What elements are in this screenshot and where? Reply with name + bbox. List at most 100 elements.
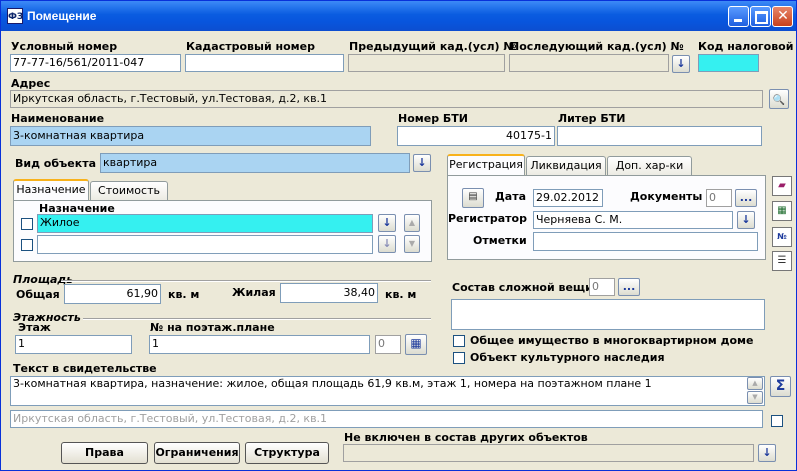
- name-label: Наименование: [11, 112, 105, 125]
- not-included-field[interactable]: [343, 444, 754, 462]
- registrar-label: Регистратор: [448, 212, 527, 225]
- maximize-button[interactable]: [750, 6, 771, 27]
- down-arrow-icon: ↓: [417, 156, 427, 169]
- plan-count-field[interactable]: 0: [375, 335, 401, 354]
- common-property-checkbox[interactable]: [453, 335, 465, 347]
- nom-icon[interactable]: №: [772, 227, 792, 247]
- purpose-row2-checkbox[interactable]: [21, 239, 33, 251]
- cadastral-label: Кадастровый номер: [186, 40, 315, 53]
- purpose-row1-field[interactable]: Жилое: [37, 214, 373, 233]
- close-button[interactable]: ✕: [772, 6, 793, 27]
- area-total-unit: кв. м: [168, 288, 200, 301]
- certificate-address-checkbox[interactable]: [771, 415, 783, 427]
- tab-liquidation[interactable]: Ликвидация: [526, 156, 606, 175]
- marks-label: Отметки: [473, 234, 527, 247]
- rights-button[interactable]: Права: [61, 442, 148, 464]
- window: ФЗ Помещение ✕ Условный номер 77-77-16/5…: [0, 0, 797, 471]
- scroll-down-icon: ▼: [752, 393, 758, 401]
- address-search-button[interactable]: 🔍: [769, 89, 789, 109]
- object-type-down-button[interactable]: ↓: [413, 154, 431, 172]
- certificate-address-field[interactable]: Иркутская область, г.Тестовый, ул.Тестов…: [10, 410, 763, 428]
- date-field[interactable]: 29.02.2012: [533, 189, 603, 207]
- purpose-scroll-down-button[interactable]: ▼: [404, 235, 420, 253]
- bti-letter-label: Литер БТИ: [558, 112, 626, 125]
- complex-browse-button[interactable]: ...: [618, 278, 640, 296]
- cond-num-label: Условный номер: [11, 40, 118, 53]
- purpose-row1-down-button[interactable]: ↓: [378, 214, 396, 232]
- certificate-text-field[interactable]: 3-комнатная квартира, назначение: жилое,…: [10, 376, 765, 406]
- plan-calendar-button[interactable]: ▦: [405, 334, 427, 355]
- building-icon[interactable]: ▦: [772, 201, 792, 221]
- last-cad-field[interactable]: [509, 54, 669, 72]
- sigma-button[interactable]: Σ: [770, 376, 791, 397]
- area-living-label: Жилая: [232, 286, 276, 299]
- tab-registration[interactable]: Регистрация: [447, 154, 525, 176]
- certificate-label: Текст в свидетельстве: [13, 362, 157, 375]
- tab-cost[interactable]: Стоимость: [90, 181, 168, 200]
- tab-purpose[interactable]: Назначение: [13, 179, 89, 201]
- close-icon: ✕: [777, 8, 789, 24]
- area-living-field[interactable]: 38,40: [280, 283, 378, 303]
- registrar-down-button[interactable]: ↓: [737, 211, 755, 229]
- print-button[interactable]: ▤: [462, 188, 484, 208]
- restrictions-button[interactable]: Ограничения: [154, 442, 240, 464]
- window-title: Помещение: [27, 9, 97, 23]
- certificate-scroll-up-button[interactable]: ▲: [747, 377, 763, 390]
- name-field[interactable]: 3-комнатная квартира: [10, 126, 371, 146]
- bti-letter-field[interactable]: [557, 126, 762, 146]
- object-type-field[interactable]: квартира: [100, 153, 410, 173]
- object-type-label: Вид объекта: [15, 157, 97, 170]
- binocular-icon: 🔍: [772, 95, 786, 106]
- down-arrow-icon: ↓: [741, 213, 751, 226]
- area-separator: [61, 280, 431, 282]
- book-icon[interactable]: ▰: [772, 176, 792, 196]
- docs-browse-button[interactable]: ...: [735, 189, 757, 207]
- minimize-button[interactable]: [728, 6, 749, 27]
- address-field[interactable]: Иркутская область, г.Тестовый, ул.Тестов…: [10, 90, 763, 108]
- prev-cad-label: Предыдущий кад.(усл) №: [349, 40, 517, 53]
- complex-label: Состав сложной вещи: [452, 281, 593, 294]
- certificate-scroll-down-button[interactable]: ▼: [747, 391, 763, 404]
- scroll-up-icon: ▲: [752, 379, 758, 387]
- bti-num-field[interactable]: 40175-1: [397, 126, 555, 146]
- bti-num-label: Номер БТИ: [398, 112, 469, 125]
- purpose-row2-field[interactable]: [37, 235, 373, 254]
- not-included-down-button[interactable]: ↓: [758, 444, 776, 462]
- maximize-icon: [755, 11, 768, 24]
- plan-label: № на поэтаж.плане: [150, 321, 275, 334]
- structure-button[interactable]: Структура: [245, 442, 329, 464]
- date-label: Дата: [495, 190, 527, 203]
- title-bar[interactable]: ФЗ Помещение ✕: [1, 1, 796, 31]
- area-total-label: Общая: [16, 288, 60, 301]
- last-cad-down-button[interactable]: ↓: [672, 55, 690, 73]
- marks-field[interactable]: [533, 232, 758, 251]
- floor-field[interactable]: 1: [15, 335, 132, 354]
- minimize-icon: [734, 19, 742, 22]
- area-total-field[interactable]: 61,90: [64, 284, 161, 304]
- printer-icon: ▤: [468, 191, 478, 202]
- list-icon[interactable]: ☰: [772, 251, 792, 271]
- purpose-row1-checkbox[interactable]: [21, 218, 33, 230]
- down-arrow-icon: ↓: [762, 446, 772, 459]
- cultural-heritage-checkbox[interactable]: [453, 352, 465, 364]
- registrar-field[interactable]: Черняева С. М.: [533, 211, 733, 229]
- tax-code-field[interactable]: [698, 54, 759, 72]
- down-arrow-icon: ↓: [382, 216, 392, 229]
- common-property-label: Общее имущество в многоквартирном доме: [470, 334, 754, 347]
- floor-label: Этаж: [18, 321, 51, 334]
- cultural-heritage-label: Объект культурного наследия: [470, 351, 665, 364]
- tab-extra[interactable]: Доп. хар-ки: [607, 156, 692, 175]
- complex-count-field[interactable]: 0: [589, 278, 615, 296]
- purpose-scroll-up-button[interactable]: ▲: [404, 214, 420, 232]
- last-cad-label: Последующий кад.(усл) №: [510, 40, 684, 53]
- purpose-row2-down-button[interactable]: ↓: [378, 235, 396, 253]
- cadastral-field[interactable]: [185, 54, 344, 72]
- address-label: Адрес: [11, 77, 51, 90]
- floors-separator: [83, 318, 431, 320]
- complex-field[interactable]: [451, 299, 765, 330]
- plan-field[interactable]: 1: [149, 335, 370, 354]
- cond-num-field[interactable]: 77-77-16/561/2011-047: [10, 54, 181, 72]
- scroll-down-icon: ▼: [408, 239, 416, 248]
- prev-cad-field[interactable]: [348, 54, 505, 72]
- docs-count-field[interactable]: 0: [706, 189, 732, 207]
